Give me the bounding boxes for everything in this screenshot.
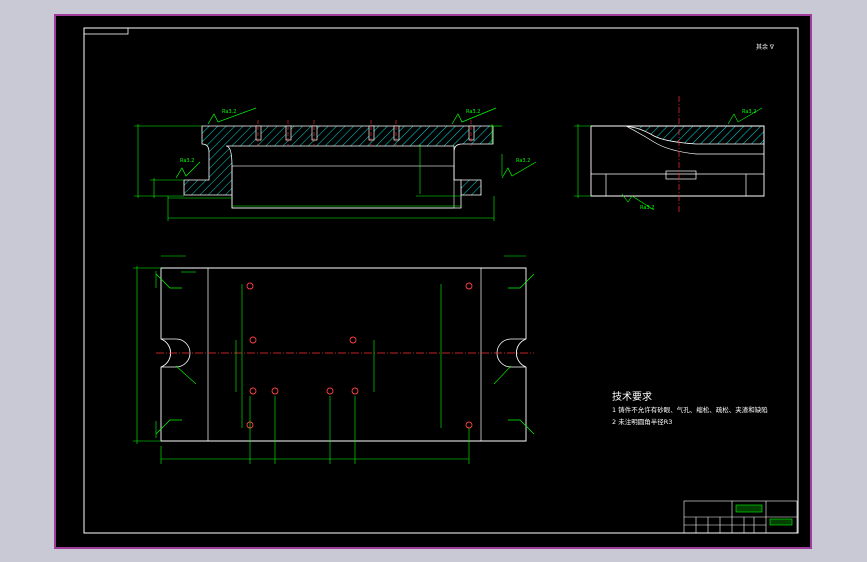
label-box-top-left	[83, 27, 129, 35]
technical-requirements: 技术要求 1 铸件不允许有砂眼、气孔、缩松、疏松、夹渣和缺陷 2 未注明圆角半径…	[612, 390, 768, 426]
ra-mark-2: Ra3.2	[180, 158, 194, 164]
corner-note: 其余 ∇	[756, 43, 775, 51]
ra-mark-3: Ra3.2	[466, 109, 480, 115]
tech-req-item-2: 2 未注明圆角半径R3	[612, 417, 672, 426]
title-block	[683, 500, 798, 534]
drawing-border	[83, 27, 799, 534]
plan-outline	[160, 267, 527, 442]
side-hatch	[625, 125, 765, 145]
ra-mark-1: Ra3.2	[222, 109, 236, 115]
cad-viewport[interactable]: 其余 ∇ Ra3.2 Ra3.2 Ra3.2 Ra3.2 Ra3.2 Ra3.2…	[54, 14, 812, 549]
front-section-view: Ra3.2 Ra3.2 Ra3.2 Ra3.2	[134, 107, 537, 221]
inner-cavity	[225, 145, 462, 209]
tech-req-item-1: 1 铸件不允许有砂眼、气孔、缩松、疏松、夹渣和缺陷	[612, 405, 768, 414]
ra-mark-5: Ra3.2	[742, 109, 756, 115]
plan-view	[133, 255, 535, 464]
chamfer-marks	[155, 273, 535, 435]
engineering-drawing: 其余 ∇ Ra3.2 Ra3.2 Ra3.2 Ra3.2 Ra3.2 Ra3.2…	[83, 27, 799, 534]
side-view: Ra3.2 Ra3.2	[574, 96, 765, 212]
ra-mark-4: Ra3.2	[516, 158, 530, 164]
ra-mark-6: Ra3.2	[640, 205, 654, 211]
tech-req-title: 技术要求	[612, 390, 652, 403]
plan-dimensions	[133, 255, 526, 464]
plan-holes	[246, 282, 473, 429]
